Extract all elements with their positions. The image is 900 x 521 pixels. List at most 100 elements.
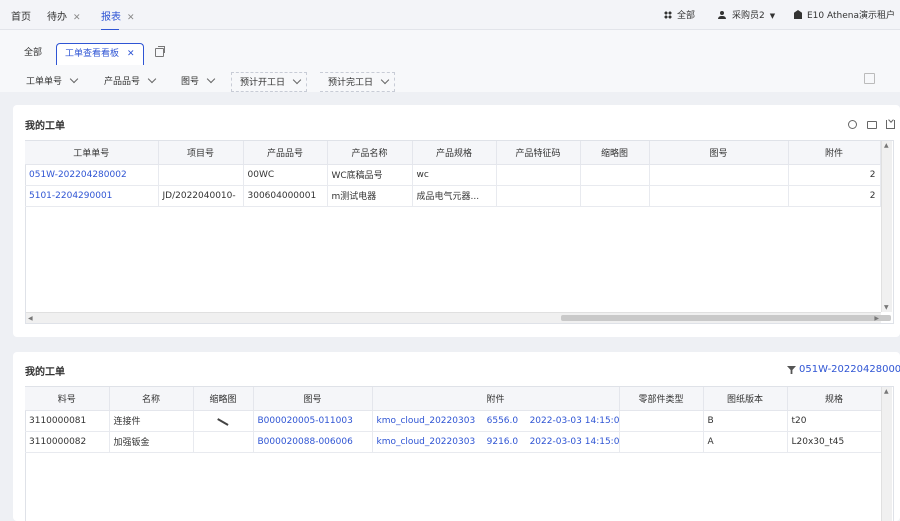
attachment-size: 9216.0 (486, 436, 519, 447)
column-header[interactable]: 缩略图 (580, 141, 650, 165)
scroll-up-icon[interactable]: ▲ (884, 388, 889, 395)
column-header[interactable]: 零部件类型 (619, 387, 704, 411)
table-cell: B (703, 410, 788, 432)
filter-label: 图号 (181, 77, 200, 87)
column-header[interactable]: 图纸版本 (703, 387, 788, 411)
filter-label: 工单单号 (26, 77, 63, 87)
table-cell: 连接件 (109, 410, 194, 432)
table-cell: t20 (787, 410, 882, 432)
vertical-scrollbar[interactable]: ▲ (881, 387, 892, 521)
table-cell (496, 185, 581, 207)
user-icon (718, 11, 726, 19)
subtab-board-label: 工单查看看板 (65, 49, 120, 59)
close-icon[interactable]: ✕ (127, 49, 135, 59)
pen-icon (217, 418, 229, 426)
column-header[interactable]: 产品特征码 (496, 141, 581, 165)
copy-icon[interactable] (155, 46, 165, 57)
column-header[interactable]: 项目号 (158, 141, 244, 165)
table-cell: 2 (788, 164, 881, 186)
attachment-name: kmo_cloud_20220303 (376, 436, 476, 447)
table-cell (649, 164, 789, 186)
tab-todo-label: 待办 (47, 12, 67, 23)
column-header[interactable]: 附件 (372, 387, 620, 411)
table-cell: 300604000001 (243, 185, 328, 207)
column-header[interactable]: 工单单号 (25, 141, 159, 165)
attachment-link[interactable]: kmo_cloud_20220303 9216.0 2022-03-03 14:… (372, 431, 620, 453)
table-header-row: 料号 名称 缩略图 图号 附件 零部件类型 图纸版本 规格 (25, 387, 882, 411)
user-menu[interactable]: 采购员2 ▼ (718, 8, 775, 21)
table-cell (649, 185, 789, 207)
table-cell (619, 410, 704, 432)
column-header[interactable]: 图号 (649, 141, 789, 165)
horizontal-scrollbar[interactable]: ◀ ▶ (26, 312, 891, 323)
column-header[interactable]: 附件 (788, 141, 881, 165)
tab-todo[interactable]: 待办 ✕ (47, 8, 81, 23)
chevron-down-icon: ▼ (769, 12, 776, 20)
filter-drawing-no[interactable]: 图号 (181, 72, 216, 92)
table-cell (580, 164, 650, 186)
filter-start-date[interactable]: 预计开工日 (231, 72, 308, 92)
tenant-menu[interactable]: E10 Athena演示租户▼ (794, 8, 900, 21)
column-header[interactable]: 产品名称 (327, 141, 413, 165)
building-icon (794, 10, 802, 19)
gear-icon[interactable] (848, 120, 857, 129)
chevron-down-icon (292, 75, 302, 85)
filter-order-no[interactable]: 工单单号 (26, 72, 79, 92)
table-cell: A (703, 431, 788, 453)
column-header[interactable]: 图号 (253, 387, 373, 411)
panel-title: 我的工单 (25, 367, 65, 378)
print-icon[interactable] (867, 121, 877, 129)
tab-home-label: 首页 (11, 12, 31, 23)
order-no-link[interactable]: 5101-2204290001 (25, 185, 159, 207)
table-cell (496, 164, 581, 186)
subtab-all[interactable]: 全部 (16, 43, 50, 65)
attachment-name: kmo_cloud_20220303 (376, 415, 476, 426)
filter-product-no[interactable]: 产品品号 (104, 72, 157, 92)
table-cell: L20x30_t45 (787, 431, 882, 453)
tab-report[interactable]: 报表 ✕ (101, 8, 135, 31)
order-no-link[interactable]: 051W-202204280002 (25, 164, 159, 186)
table-cell: 2 (788, 185, 881, 207)
close-icon[interactable]: ✕ (127, 13, 135, 23)
orders-table: 工单单号 项目号 产品品号 产品名称 产品规格 产品特征码 缩略图 图号 附件 … (25, 141, 881, 207)
tenant-label: E10 Athena演示租户 (807, 11, 895, 21)
subtab-all-label: 全部 (24, 48, 43, 58)
scroll-right-icon[interactable]: ▶ (874, 315, 879, 322)
column-header[interactable]: 料号 (25, 387, 110, 411)
table-row[interactable]: 3110000082 加强钣金 B000020088-006006 kmo_cl… (25, 431, 882, 453)
close-icon[interactable]: ✕ (73, 13, 81, 23)
scroll-down-icon[interactable]: ▼ (884, 304, 889, 311)
attachment-link[interactable]: kmo_cloud_20220303 6556.0 2022-03-03 14:… (372, 410, 620, 432)
filter-tag[interactable]: 051W-202204280002 (799, 364, 900, 375)
tab-home[interactable]: 首页 (11, 8, 31, 23)
drawing-link[interactable]: B000020005-011003 (253, 410, 373, 432)
column-header[interactable]: 缩略图 (193, 387, 254, 411)
thumbnail-cell[interactable] (193, 410, 254, 432)
scroll-up-icon[interactable]: ▲ (884, 142, 889, 149)
user-label: 采购员2 (732, 11, 765, 21)
table-cell: 00WC (243, 164, 328, 186)
fullscreen-icon[interactable] (864, 73, 875, 84)
table-header-row: 工单单号 项目号 产品品号 产品名称 产品规格 产品特征码 缩略图 图号 附件 (25, 141, 881, 165)
column-header[interactable]: 产品规格 (412, 141, 497, 165)
filter-end-date[interactable]: 预计完工日 (320, 72, 396, 92)
table-row[interactable]: 051W-202204280002 00WC WC底稿品号 wc 2 (25, 164, 881, 186)
vertical-scrollbar[interactable]: ▲ ▼ (881, 141, 892, 312)
table-row[interactable]: 3110000081 连接件 B000020005-011003 kmo_clo… (25, 410, 882, 432)
column-header[interactable]: 名称 (109, 387, 194, 411)
filter-label: 产品品号 (104, 77, 141, 87)
chevron-down-icon (69, 74, 79, 84)
column-header[interactable]: 产品品号 (243, 141, 328, 165)
scroll-left-icon[interactable]: ◀ (28, 315, 33, 322)
chevron-down-icon (380, 75, 390, 85)
download-icon[interactable] (886, 120, 895, 129)
drawing-link[interactable]: B000020088-006006 (253, 431, 373, 453)
apps-menu[interactable]: 全部 (664, 8, 695, 21)
column-header[interactable]: 规格 (787, 387, 882, 411)
scrollbar-thumb[interactable] (561, 315, 891, 321)
table-row[interactable]: 5101-2204290001 JD/2022040010- 300604000… (25, 185, 881, 207)
subtab-board[interactable]: 工单查看看板 ✕ (56, 43, 144, 65)
filter-label: 预计完工日 (328, 78, 374, 88)
table-cell: 加强钣金 (109, 431, 194, 453)
table-cell (580, 185, 650, 207)
